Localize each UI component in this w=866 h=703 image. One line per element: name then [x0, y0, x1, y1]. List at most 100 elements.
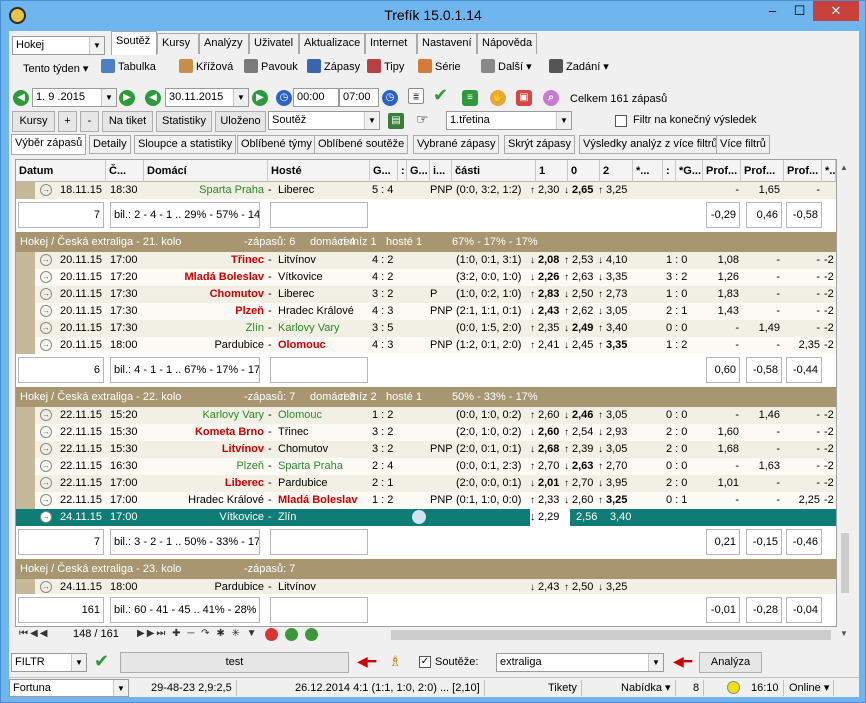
maximize-button[interactable]: ☐	[786, 1, 813, 21]
tab-7[interactable]: Nápověda	[477, 33, 537, 54]
date-from-input[interactable]: 1. 9 .2015 ▼	[32, 88, 117, 107]
nabidka-menu[interactable]: Nabídka ▾	[617, 680, 676, 696]
tabulka-button[interactable]: Tabulka	[101, 57, 156, 77]
scroll-down-icon[interactable]: ▼	[840, 629, 848, 638]
match-row[interactable]: → 20.11.15 17:00 Třinec - Litvínov 4 : 2 (1:0, …	[16, 252, 836, 269]
column-header-7[interactable]: i...	[430, 160, 452, 182]
bookmaker-select[interactable]: Fortuna ▼	[9, 679, 129, 697]
souteze-checkbox[interactable]: ✓	[419, 656, 431, 668]
expand-arrow-icon[interactable]: →	[40, 409, 52, 421]
match-row[interactable]: → 20.11.15 17:30 Zlín - Karlovy Vary 3 : 5 (0:0…	[16, 320, 836, 337]
column-header-9[interactable]: 1	[536, 160, 568, 182]
subtab-5[interactable]: Vybrané zápasy	[413, 135, 500, 154]
tikety-button[interactable]: Tikety	[544, 680, 582, 696]
column-header-11[interactable]: 2	[600, 160, 633, 182]
column-header-17[interactable]: Prof...	[784, 160, 822, 182]
subtab-1[interactable]: Detaily	[89, 135, 131, 154]
match-row[interactable]: → 22.11.15 15:30 Litvínov - Chomutov 3 : 2 PNP(…	[16, 441, 836, 458]
match-row[interactable]: → 22.11.15 16:30 Plzeň - Sparta Praha 2 : 4 (0:…	[16, 458, 836, 475]
column-header-10[interactable]: 0	[568, 160, 600, 182]
expand-arrow-icon[interactable]: →	[40, 271, 52, 283]
pointing-hand-icon[interactable]: ☞	[416, 111, 429, 128]
column-header-12[interactable]: *...	[633, 160, 663, 182]
expand-arrow-icon[interactable]: →	[40, 305, 52, 317]
date-to-input[interactable]: 30.11.2015 ▼	[165, 88, 249, 107]
close-button[interactable]: ✕	[813, 1, 859, 21]
plus-button[interactable]: +	[58, 111, 77, 132]
tretina-select[interactable]: 1.třetina ▼	[446, 111, 572, 130]
time-to-input[interactable]: 07:00	[339, 88, 379, 107]
online-menu[interactable]: Online ▾	[785, 680, 835, 696]
subtab-0[interactable]: Výběr zápasů	[11, 134, 87, 155]
match-row[interactable]: → 22.11.15 17:00 Hradec Králové - Mladá Boles…	[16, 492, 836, 509]
vertical-scroll-thumb[interactable]	[841, 533, 849, 593]
column-header-13[interactable]: :	[663, 160, 676, 182]
expand-arrow-icon[interactable]: →	[40, 288, 52, 300]
column-header-14[interactable]: *G...	[676, 160, 703, 182]
column-header-18[interactable]: *...	[822, 160, 836, 182]
next-green-2-icon[interactable]: ▶	[252, 90, 268, 106]
krizova-button[interactable]: Křížová	[179, 57, 233, 77]
minus-button[interactable]: -	[80, 111, 99, 132]
expand-arrow-icon[interactable]: →	[40, 254, 52, 266]
excel-icon[interactable]: ≡	[462, 90, 478, 106]
serie-button[interactable]: Série	[418, 57, 461, 77]
kursy-button[interactable]: Kursy	[12, 111, 55, 132]
column-header-1[interactable]: Č...	[106, 160, 144, 182]
apply-check-icon[interactable]: ✔	[94, 651, 109, 672]
save-icon[interactable]: ▤	[388, 113, 404, 129]
statistiky-button[interactable]: Statistiky	[156, 111, 212, 132]
match-row[interactable]: → 20.11.15 17:30 Plzeň - Hradec Králové 4 : 3P…	[16, 303, 836, 320]
subtab-4[interactable]: Oblíbené soutěže	[314, 135, 409, 154]
souteze-select[interactable]: extraliga ▼	[496, 653, 664, 672]
clipboard-icon[interactable]: ▣	[516, 90, 532, 106]
expand-arrow-icon[interactable]: →	[40, 426, 52, 438]
column-header-5[interactable]: :	[398, 160, 407, 182]
person-icon[interactable]: ♗	[389, 653, 402, 670]
soutez-select[interactable]: Soutěž ▼	[268, 111, 380, 130]
prev-green-2-icon[interactable]: ◀	[145, 90, 161, 106]
nav-first-prev-icon[interactable]: ⏮◀◀	[19, 628, 49, 639]
column-header-4[interactable]: G...	[370, 160, 398, 182]
filtr-select[interactable]: FILTR ▼	[11, 653, 87, 672]
subtab-6[interactable]: Skrýt zápasy	[504, 135, 575, 154]
nav-next-last-icon[interactable]: ▶▶⏭ ✚ ─ ↷ ✱ ✳ ▼	[137, 628, 259, 639]
tab-5[interactable]: Internet	[365, 33, 417, 54]
group-header[interactable]: Hokej / Česká extraliga - 22. kolo -zápas…	[16, 387, 836, 407]
sync-icon[interactable]	[305, 628, 318, 641]
tab-6[interactable]: Nastavení	[417, 33, 477, 54]
prev-green-icon[interactable]: ◀	[13, 90, 29, 106]
ulozeno-button[interactable]: Uloženo	[215, 111, 266, 132]
tv-icon[interactable]	[412, 510, 426, 524]
tab-1[interactable]: Kursy	[157, 33, 199, 54]
horizontal-scroll-thumb[interactable]	[391, 630, 831, 640]
magnifier-icon[interactable]: ⌕	[543, 90, 559, 106]
tab-3[interactable]: Uživatel	[249, 33, 299, 54]
column-header-2[interactable]: Domácí	[144, 160, 268, 182]
sport-select[interactable]: Hokej ▼	[12, 36, 105, 55]
expand-arrow-icon[interactable]: →	[40, 581, 52, 593]
expand-arrow-icon[interactable]: →	[40, 460, 52, 472]
check-icon[interactable]: ✔	[433, 85, 448, 106]
column-header-3[interactable]: Hosté	[268, 160, 370, 182]
pavouk-button[interactable]: Pavouk	[244, 57, 298, 77]
group-header[interactable]: Hokej / Česká extraliga - 21. kolo -zápas…	[16, 232, 836, 252]
match-row[interactable]: → 22.11.15 17:00 Liberec - Pardubice 2 : 1 (2:0…	[16, 475, 836, 492]
hand-icon[interactable]: ✋	[490, 90, 506, 106]
tab-0[interactable]: Soutěž	[111, 31, 157, 55]
tab-4[interactable]: Aktualizace	[299, 33, 365, 54]
expand-arrow-icon[interactable]: →	[40, 494, 52, 506]
column-header-16[interactable]: Prof...	[741, 160, 784, 182]
period-menu[interactable]: Tento týden ▾	[23, 59, 88, 79]
subtab-3[interactable]: Oblíbené týmy	[237, 135, 316, 154]
column-header-6[interactable]: G...	[407, 160, 430, 182]
subtab-7[interactable]: Výsledky analýz z více filtrů	[579, 135, 722, 154]
column-header-8[interactable]: části	[452, 160, 536, 182]
match-row[interactable]: → 22.11.15 15:30 Kometa Brno - Třinec 3 : 2 (2:…	[16, 424, 836, 441]
zadani-menu[interactable]: Zadání ▾	[549, 57, 609, 77]
time-from-input[interactable]: 00:00	[293, 88, 339, 107]
column-header-15[interactable]: Prof...	[703, 160, 741, 182]
analyza-button[interactable]: Analýza	[699, 652, 762, 673]
tab-2[interactable]: Analýzy	[199, 33, 249, 54]
scroll-up-icon[interactable]: ▲	[840, 163, 848, 172]
